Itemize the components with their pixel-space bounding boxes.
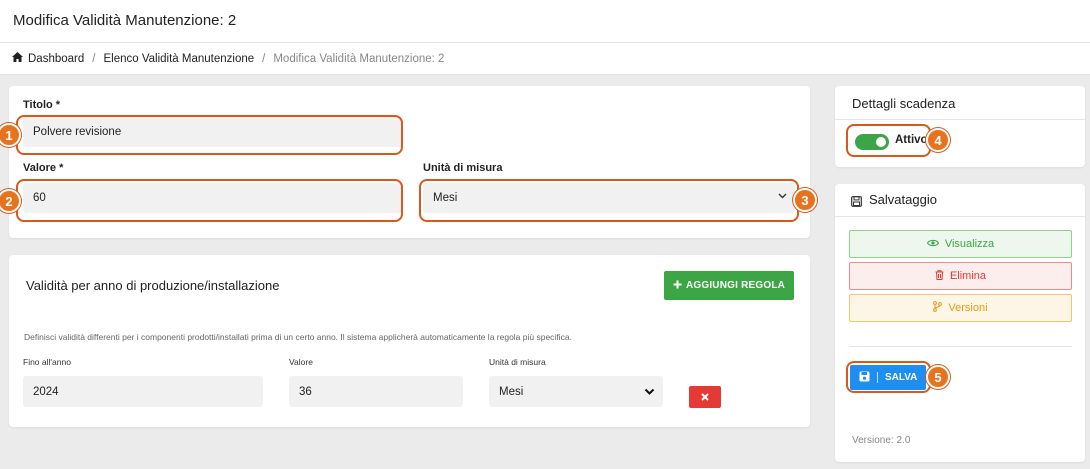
divider [835,216,1085,217]
attivo-toggle[interactable] [855,134,889,150]
column-unita: Unità di misura [489,357,546,367]
breadcrumb: Dashboard / Elenco Validità Manutenzione… [0,43,1090,75]
annotation-badge-3: 3 [793,188,817,212]
breadcrumb-separator: / [262,52,266,65]
plus-icon [673,280,682,292]
versions-button[interactable]: Versioni [849,294,1072,322]
unita-value: Mesi [433,192,458,204]
home-icon [12,52,23,65]
rule-unita-value: Mesi [499,385,524,398]
column-valore: Valore [289,357,313,367]
version-text: Versione: 2.0 [852,435,911,446]
titolo-input[interactable]: Polvere revisione [23,117,403,147]
breadcrumb-separator: / [92,52,96,65]
close-icon [701,388,709,406]
save-disk-icon [859,371,870,385]
salvataggio-title: Salvataggio [869,192,937,207]
breadcrumb-current: Modifica Validità Manutenzione: 2 [273,52,445,65]
rule-anno-input[interactable]: 2024 [23,376,263,407]
breadcrumb-dashboard[interactable]: Dashboard [28,53,84,65]
breadcrumb-elenco[interactable]: Elenco Validità Manutenzione [103,53,254,65]
rules-title: Validità per anno di produzione/installa… [26,278,280,293]
rules-card: Validità per anno di produzione/installa… [9,255,810,427]
chevron-down-icon [778,191,787,203]
page-title: Modifica Validità Manutenzione: 2 [13,12,237,29]
delete-label: Elimina [949,270,987,282]
annotation-badge-4: 4 [926,128,950,152]
top-bar: Modifica Validità Manutenzione: 2 [0,0,1090,43]
unita-label: Unità di misura [423,162,503,174]
eye-icon [926,238,939,250]
rule-anno-value: 2024 [33,385,59,398]
titolo-value: Polvere revisione [33,126,122,138]
chevron-down-icon [644,386,655,400]
annotation-badge-5: 5 [926,365,950,389]
divider [877,372,878,383]
delete-button[interactable]: Elimina [849,262,1072,290]
column-fino-anno: Fino all'anno [23,357,71,367]
branch-icon [933,301,943,315]
valore-value: 60 [33,192,46,204]
versions-label: Versioni [948,302,988,314]
trash-icon [935,269,944,283]
unita-select[interactable]: Mesi [423,183,795,213]
divider [849,346,1072,347]
view-label: Visualizza [944,238,995,250]
delete-rule-button[interactable] [689,386,721,408]
valore-label: Valore * [23,162,64,174]
add-rule-button[interactable]: AGGIUNGI REGOLA [664,271,794,300]
rule-valore-value: 36 [299,385,312,398]
valore-input[interactable]: 60 [23,183,403,213]
titolo-label: Titolo * [23,99,61,111]
rule-valore-input[interactable]: 36 [289,376,463,407]
divider [835,119,1085,120]
main-form-card: Titolo * Polvere revisione Valore * 60 U… [9,86,810,238]
add-rule-label: AGGIUNGI REGOLA [685,280,786,291]
attivo-label: Attivo [895,134,928,146]
save-disk-icon [851,194,862,212]
view-button[interactable]: Visualizza [849,230,1072,258]
scadenza-card: Dettagli scadenza Attivo [835,86,1085,167]
save-button[interactable]: SALVA [850,365,926,390]
scadenza-title: Dettagli scadenza [852,96,956,111]
rules-description: Definisci validità differenti per i comp… [24,332,572,342]
save-label: SALVA [885,372,918,383]
rule-unita-select[interactable]: Mesi [489,376,663,407]
salvataggio-card: Salvataggio Visualizza Elimina Versioni … [835,184,1085,462]
